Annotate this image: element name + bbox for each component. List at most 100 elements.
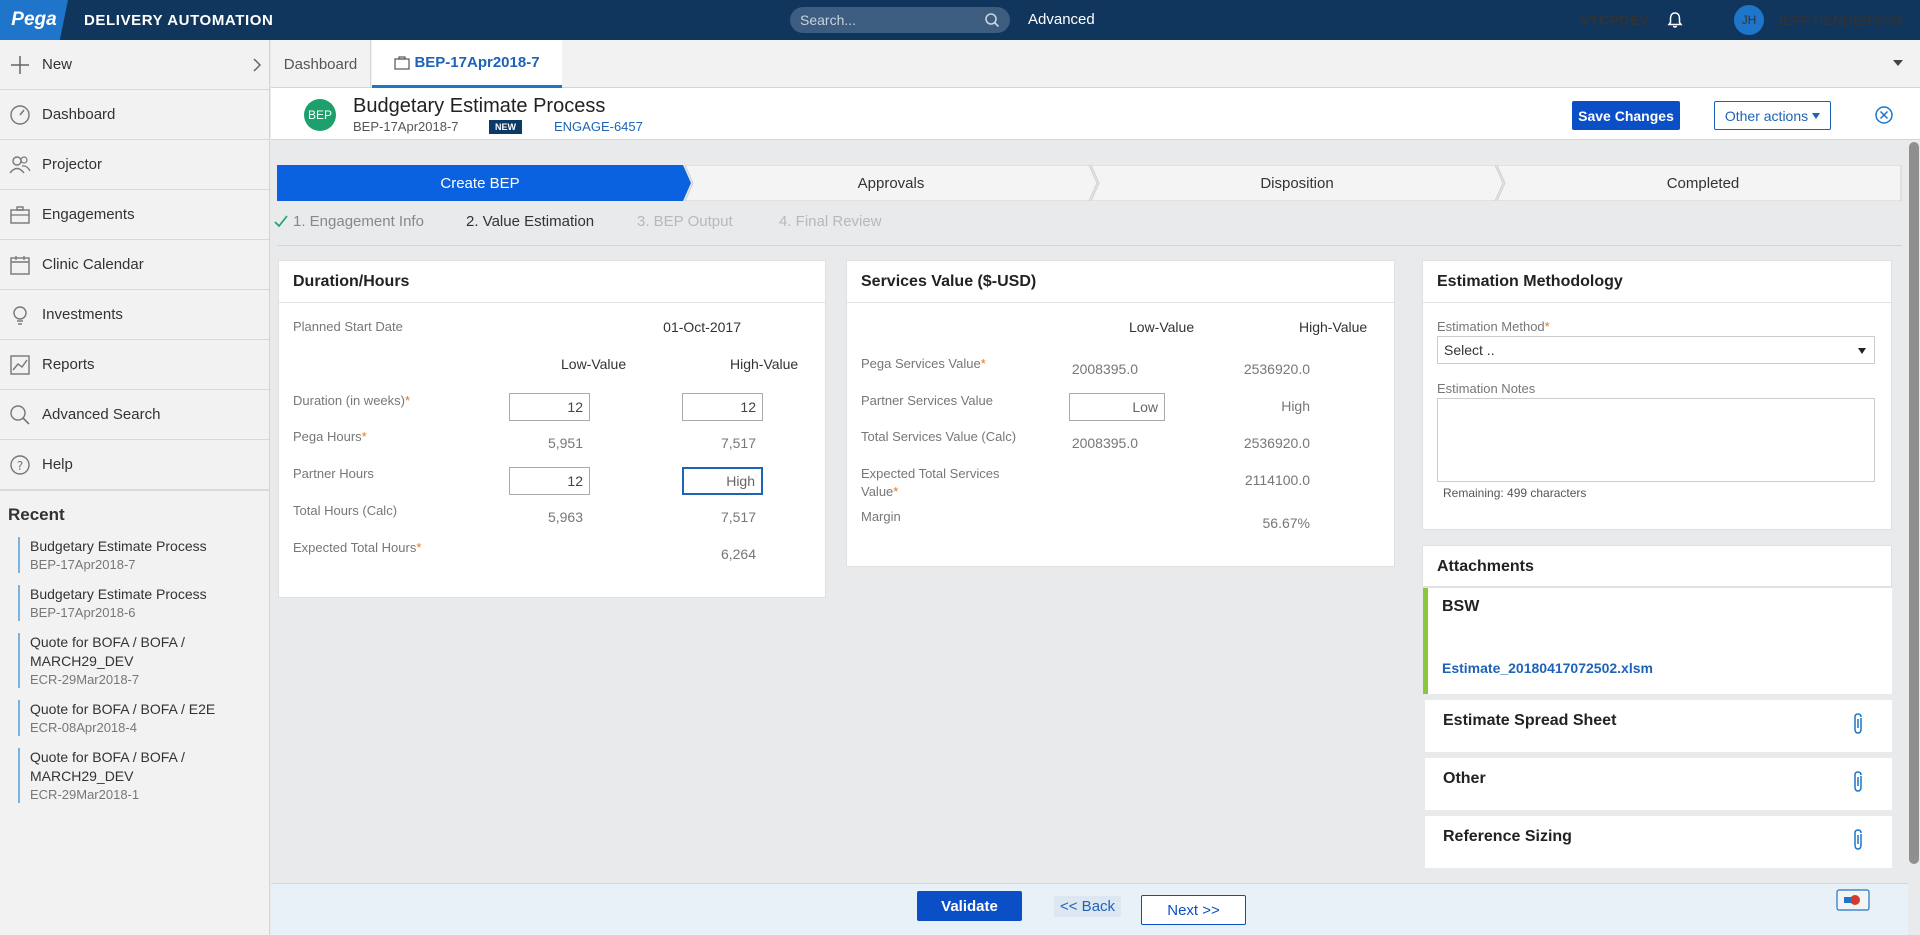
stage-disposition[interactable]: Disposition (1097, 165, 1497, 201)
total-hours-low: 5,963 (547, 509, 583, 525)
search-placeholder: Search... (800, 12, 857, 28)
required-marker: * (980, 356, 986, 371)
search-icon[interactable] (984, 12, 1000, 28)
label-text: Value (861, 484, 894, 499)
plus-icon (11, 55, 29, 74)
duration-low-input[interactable]: 12 (509, 393, 590, 421)
validate-button[interactable]: Validate (917, 891, 1022, 921)
case-type-badge: BEP (304, 99, 336, 131)
sidebar-item-clinic-calendar[interactable]: Clinic Calendar (0, 240, 269, 290)
required-marker: * (893, 484, 899, 499)
attachment-category-reference: Reference Sizing (1425, 816, 1892, 868)
recent-item-title: Quote for BOFA / BOFA / E2E (30, 701, 216, 717)
stage-approvals[interactable]: Approvals (691, 165, 1091, 201)
required-marker: * (405, 393, 411, 408)
sidebar-item-reports[interactable]: Reports (0, 340, 269, 390)
pega-logo[interactable]: Pega (0, 0, 68, 40)
bell-icon[interactable] (1665, 10, 1685, 30)
estimation-notes-label: Estimation Notes (1437, 381, 1536, 396)
sidebar-item-advanced-search[interactable]: Advanced Search (0, 390, 269, 440)
high-value-header: High-Value (1299, 319, 1368, 335)
back-button[interactable]: << Back (1054, 896, 1122, 917)
sidebar-item-engagements[interactable]: Engagements (0, 190, 269, 240)
planned-start-value: 01-Oct-2017 (663, 319, 741, 335)
stage-create-bep[interactable]: Create BEP (277, 165, 683, 201)
recent-item[interactable]: Budgetary Estimate Process BEP-17Apr2018… (18, 585, 269, 621)
chevron-right-icon (253, 58, 262, 72)
recent-item-id: ECR-08Apr2018-4 (30, 720, 137, 735)
duration-hours-panel: Duration/Hours Planned Start Date 01-Oct… (278, 260, 826, 598)
sidebar-item-projector[interactable]: Projector (0, 140, 269, 190)
case-id: BEP-17Apr2018-7 (353, 119, 459, 134)
estimation-method-select[interactable]: Select .. (1437, 336, 1875, 364)
tab-dashboard[interactable]: Dashboard (271, 40, 371, 88)
paperclip-icon[interactable] (1850, 712, 1866, 736)
close-icon[interactable] (1873, 104, 1895, 126)
attachment-category-title: BSW (1442, 598, 1480, 615)
recent-item-id: ECR-29Mar2018-1 (30, 787, 140, 802)
paperclip-icon[interactable] (1850, 770, 1866, 794)
caret-down-icon (1812, 112, 1821, 119)
chevron-down-icon[interactable] (1892, 58, 1904, 68)
total-services-low: 2008395.0 (1071, 435, 1138, 451)
partner-hours-high-input[interactable]: High (682, 467, 763, 495)
attachment-category-title: Estimate Spread Sheet (1443, 712, 1617, 729)
user-avatar[interactable]: JH (1734, 5, 1764, 35)
panel-title: Services Value ($-USD) (847, 261, 1394, 303)
recent-item-title: Quote for BOFA / BOFA / MARCH29_DEV (30, 634, 185, 669)
svg-text:?: ? (17, 459, 23, 473)
pega-hours-low: 5,951 (547, 435, 583, 451)
scrollbar-thumb[interactable] (1909, 142, 1919, 864)
step-value-estimation[interactable]: 2. Value Estimation (466, 213, 594, 230)
sidebar-item-new[interactable]: New (0, 40, 269, 90)
attachment-file-link[interactable]: Estimate_20180417072502.xlsm (1442, 660, 1653, 676)
panel-title: Duration/Hours (279, 261, 825, 303)
sidebar-item-investments[interactable]: Investments (0, 290, 269, 340)
developer-tools-icon[interactable] (1836, 889, 1870, 911)
estimation-notes-textarea[interactable] (1437, 398, 1875, 482)
recent-item[interactable]: Budgetary Estimate Process BEP-17Apr2018… (18, 537, 269, 573)
pega-hours-label: Pega Hours* (293, 429, 367, 444)
user-name[interactable]: JEFF HENDERSON (1776, 12, 1903, 28)
partner-services-high[interactable]: High (1219, 398, 1310, 414)
other-actions-button[interactable]: Other actions (1714, 101, 1831, 130)
total-hours-high: 7,517 (720, 509, 756, 525)
label-text: Expected Total Hours (293, 540, 417, 555)
dashboard-icon (10, 104, 30, 125)
tab-label: BEP-17Apr2018-7 (414, 54, 540, 71)
duration-high-input[interactable]: 12 (682, 393, 763, 421)
sidebar-item-label: Reports (42, 356, 95, 373)
recent-item-id: BEP-17Apr2018-6 (30, 605, 136, 620)
recent-item[interactable]: Quote for BOFA / BOFA / MARCH29_DEV ECR-… (18, 748, 269, 803)
partner-services-low-input[interactable]: Low (1069, 393, 1165, 421)
recent-item[interactable]: Quote for BOFA / BOFA / MARCH29_DEV ECR-… (18, 633, 269, 688)
sidebar-item-help[interactable]: ? Help (0, 440, 269, 490)
next-button[interactable]: Next >> (1141, 895, 1246, 925)
engagement-link[interactable]: ENGAGE-6457 (554, 119, 643, 134)
sidebar-item-label: Engagements (42, 206, 135, 223)
high-value-header: High-Value (730, 356, 799, 372)
remaining-characters: Remaining: 499 characters (1443, 486, 1587, 500)
advanced-search-link[interactable]: Advanced (1028, 11, 1095, 28)
app-title: DELIVERY AUTOMATION (84, 11, 274, 29)
sidebar-item-label: Clinic Calendar (42, 256, 144, 273)
recent-item-title: Quote for BOFA / BOFA / MARCH29_DEV (30, 749, 185, 784)
sidebar-item-dashboard[interactable]: Dashboard (0, 90, 269, 140)
step-engagement-info[interactable]: 1. Engagement Info (293, 213, 424, 230)
tab-case[interactable]: BEP-17Apr2018-7 (372, 40, 562, 88)
paperclip-icon[interactable] (1850, 828, 1866, 852)
recent-item-id: BEP-17Apr2018-7 (30, 557, 136, 572)
recent-item[interactable]: Quote for BOFA / BOFA / E2E ECR-08Apr201… (18, 700, 269, 736)
search-input[interactable]: Search... (790, 7, 1010, 33)
expected-hours-value: 6,264 (720, 546, 756, 562)
other-actions-label: Other actions (1724, 107, 1809, 124)
attachment-category-title: Other (1443, 770, 1486, 787)
save-changes-button[interactable]: Save Changes (1572, 101, 1680, 130)
calendar-icon (10, 255, 30, 275)
action-footer: Validate << Back Next >> (271, 883, 1908, 935)
expected-hours-label: Expected Total Hours* (293, 540, 421, 555)
partner-hours-low-input[interactable]: 12 (509, 467, 590, 495)
panel-title: Attachments (1423, 546, 1891, 588)
sidebar-item-label: Investments (42, 306, 123, 323)
stage-completed[interactable]: Completed (1503, 165, 1903, 201)
